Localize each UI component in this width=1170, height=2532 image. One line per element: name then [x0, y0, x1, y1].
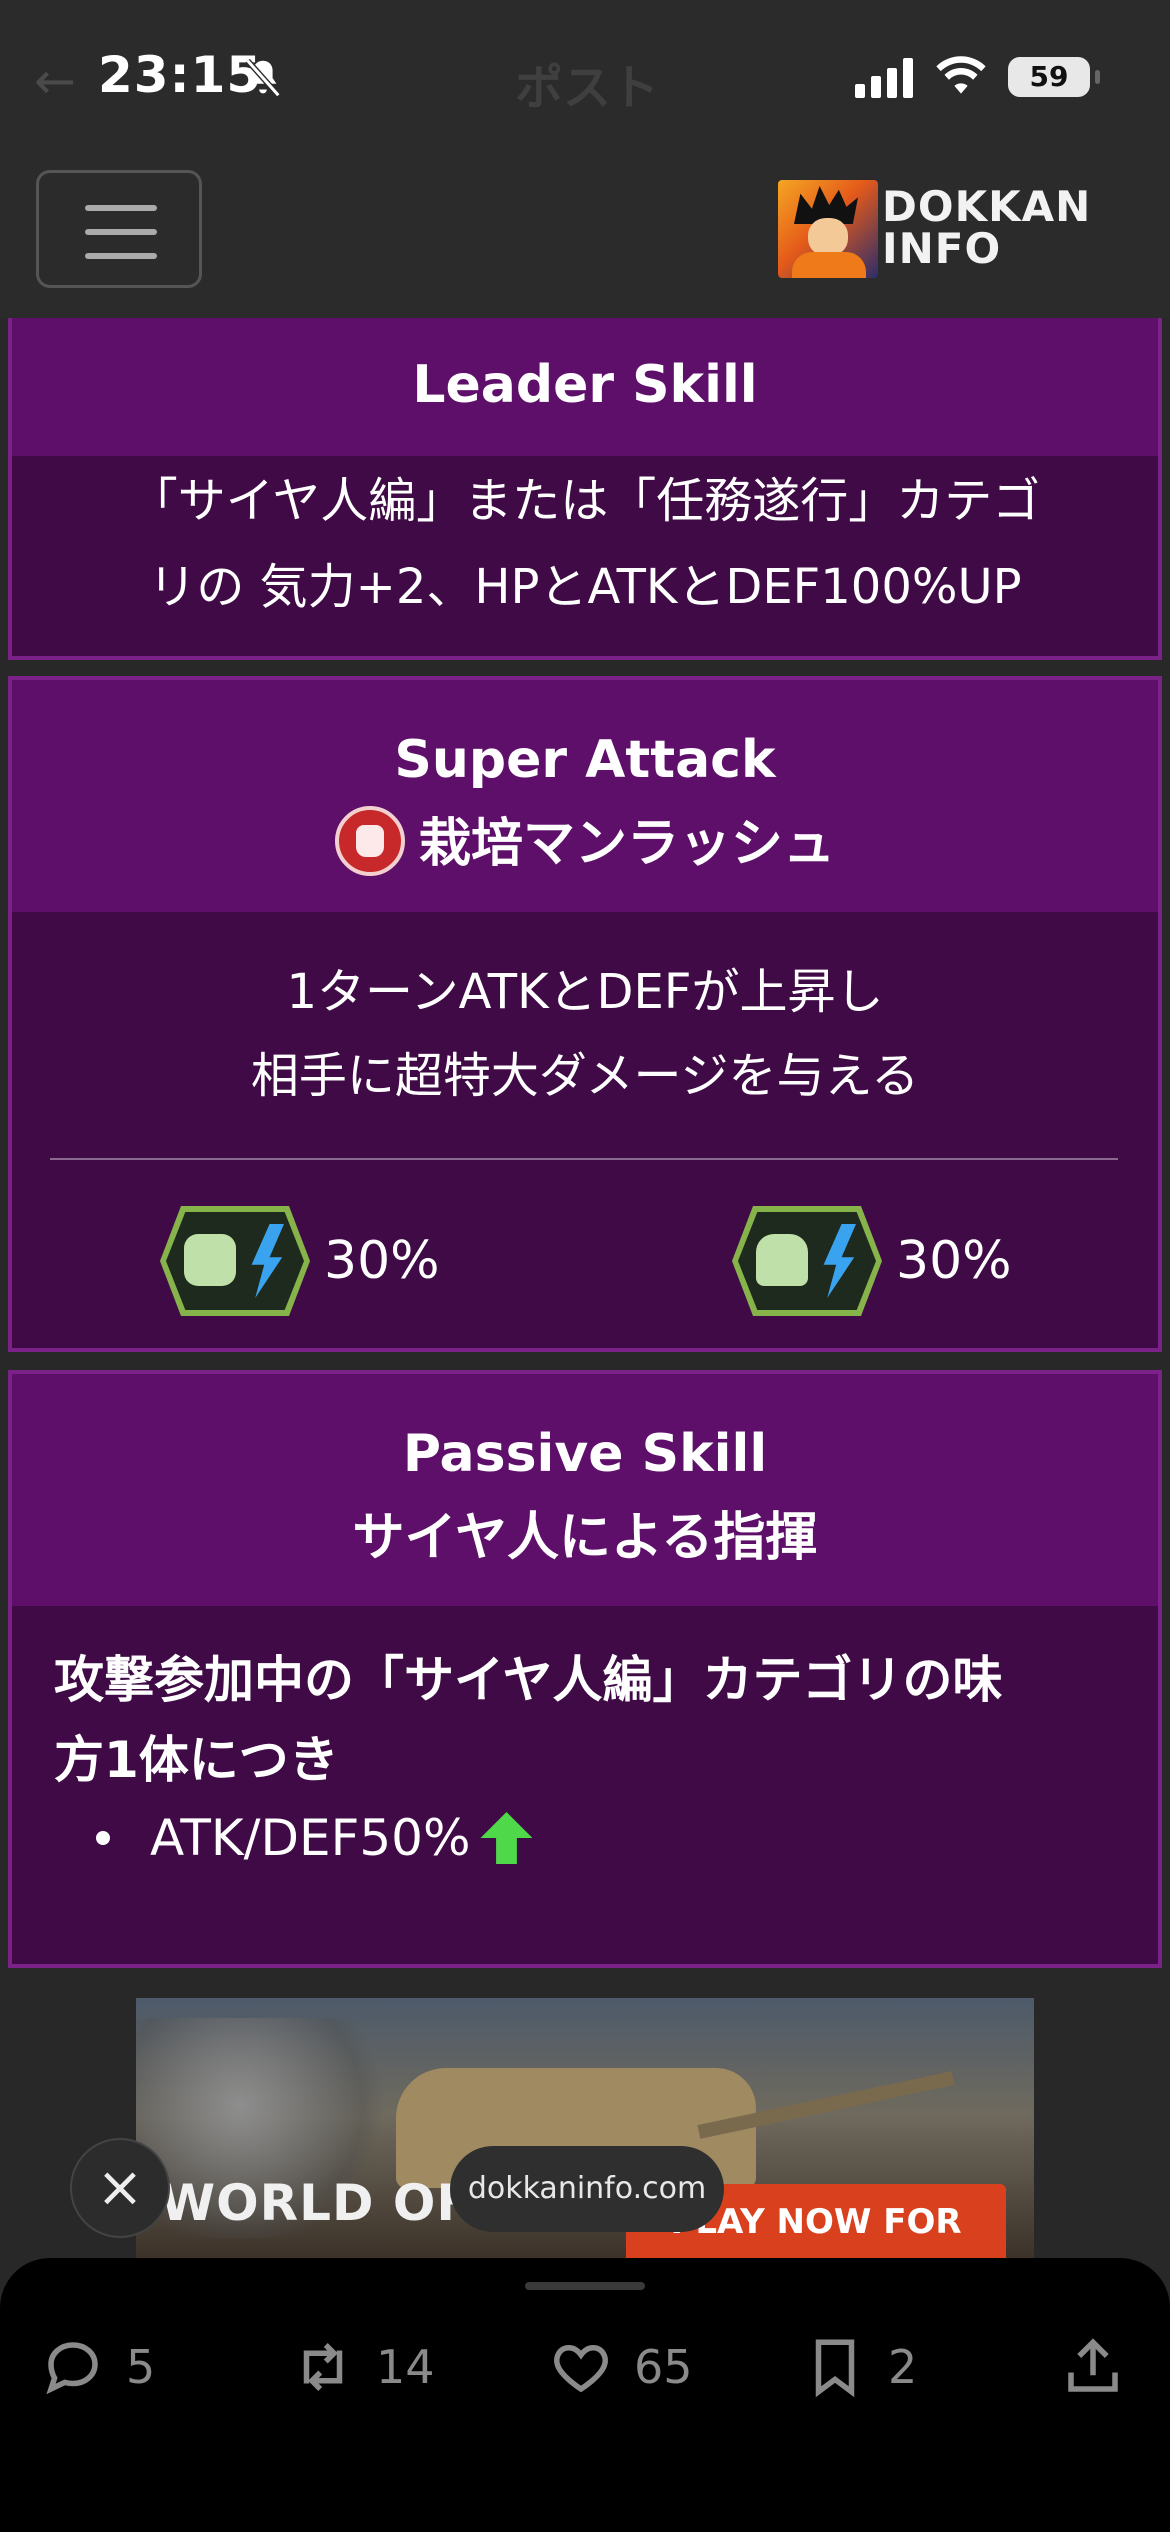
- passive-skill-name: サイヤ人による指揮: [352, 1508, 818, 1568]
- def-up-icon: [732, 1206, 882, 1316]
- passive-skill-title: Passive Skill: [402, 1424, 768, 1484]
- post-action-bar: 5 14 65 2: [0, 2258, 1170, 2532]
- repost-count: 14: [376, 2340, 435, 2394]
- bookmark-icon: [815, 2339, 855, 2398]
- fist-type-icon: [334, 806, 405, 876]
- logo-text: DOKKAN INFO: [882, 182, 1092, 273]
- menu-line-icon: [85, 229, 157, 235]
- menu-line-icon: [85, 205, 157, 211]
- heart-icon: [554, 2344, 608, 2393]
- def-buff-value: 30%: [896, 1231, 1012, 1291]
- super-attack-name: 栽培マンラッシュ: [418, 814, 835, 874]
- leader-skill-card: Leader Skill 「サイヤ人編」または「任務遂行」カテゴ リの 気力+2…: [8, 318, 1162, 660]
- site-header: DOKKAN INFO: [0, 150, 1170, 318]
- close-ad-button[interactable]: ×: [70, 2138, 170, 2238]
- like-button[interactable]: 65: [548, 2332, 693, 2402]
- reply-icon: [46, 2342, 98, 2395]
- passive-skill-header: Passive Skill サイヤ人による指揮: [12, 1374, 1158, 1606]
- ghost-page-title: ポスト: [515, 60, 660, 116]
- super-attack-name-row: 栽培マンラッシュ: [12, 802, 1158, 886]
- super-attack-description: 1ターンATKとDEFが上昇し 相手に超特大ダメージを与える: [250, 964, 920, 1104]
- logo-character-image: [778, 180, 878, 278]
- clock: 23:15: [98, 46, 263, 104]
- repost-button[interactable]: 14: [290, 2332, 435, 2402]
- super-attack-body: 1ターンATKとDEFが上昇し 相手に超特大ダメージを与える 30% 30%: [12, 912, 1158, 1320]
- passive-skill-card: Passive Skill サイヤ人による指揮 攻撃参加中の「サイヤ人編」カテゴ…: [8, 1370, 1162, 1968]
- reply-button[interactable]: 5: [40, 2332, 155, 2402]
- sheet-grabber[interactable]: [525, 2282, 645, 2290]
- cellular-signal-icon: [855, 58, 913, 98]
- leader-skill-title: Leader Skill: [12, 318, 1158, 456]
- bell-muted-icon: [245, 58, 281, 98]
- atk-up-icon: [160, 1206, 310, 1316]
- hamburger-menu-button[interactable]: [36, 170, 202, 288]
- passive-bullet-item: ATK/DEF50%: [54, 1800, 1158, 1876]
- site-logo[interactable]: DOKKAN INFO: [778, 180, 1092, 280]
- back-arrow-ghost: ←: [34, 52, 76, 110]
- super-attack-header: Super Attack 栽培マンラッシュ: [12, 680, 1158, 912]
- bookmark-button[interactable]: 2: [802, 2332, 917, 2402]
- def-buff: 30%: [732, 1206, 1012, 1316]
- super-attack-title: Super Attack: [394, 730, 776, 790]
- share-button[interactable]: [1060, 2332, 1146, 2402]
- battery-indicator: 59: [1008, 57, 1100, 97]
- bullet-dot: [96, 1831, 110, 1845]
- super-attack-card: Super Attack 栽培マンラッシュ 1ターンATKとDEFが上昇し 相手…: [8, 676, 1162, 1352]
- atk-buff-value: 30%: [324, 1231, 440, 1291]
- share-icon: [1068, 2338, 1118, 2392]
- atk-buff: 30%: [160, 1206, 440, 1316]
- wifi-icon: [936, 56, 986, 94]
- bookmark-count: 2: [888, 2340, 918, 2394]
- url-domain-pill[interactable]: dokkaninfo.com: [450, 2146, 724, 2232]
- battery-level: 59: [1029, 60, 1069, 93]
- like-count: 65: [634, 2340, 693, 2394]
- status-bar: ← ポスト 23:15 59: [0, 0, 1170, 150]
- leader-skill-description: 「サイヤ人編」または「任務遂行」カテゴ リの 気力+2、HPとATKとDEF10…: [129, 473, 1041, 615]
- menu-line-icon: [85, 253, 157, 259]
- passive-skill-description: 攻撃参加中の「サイヤ人編」カテゴリの味 方1体につき ATK/DEF50%: [12, 1606, 1158, 1876]
- super-attack-buffs: 30% 30%: [12, 1160, 1158, 1320]
- up-arrow-icon: [480, 1812, 533, 1864]
- reply-count: 5: [126, 2340, 156, 2394]
- repost-icon: [303, 2343, 343, 2391]
